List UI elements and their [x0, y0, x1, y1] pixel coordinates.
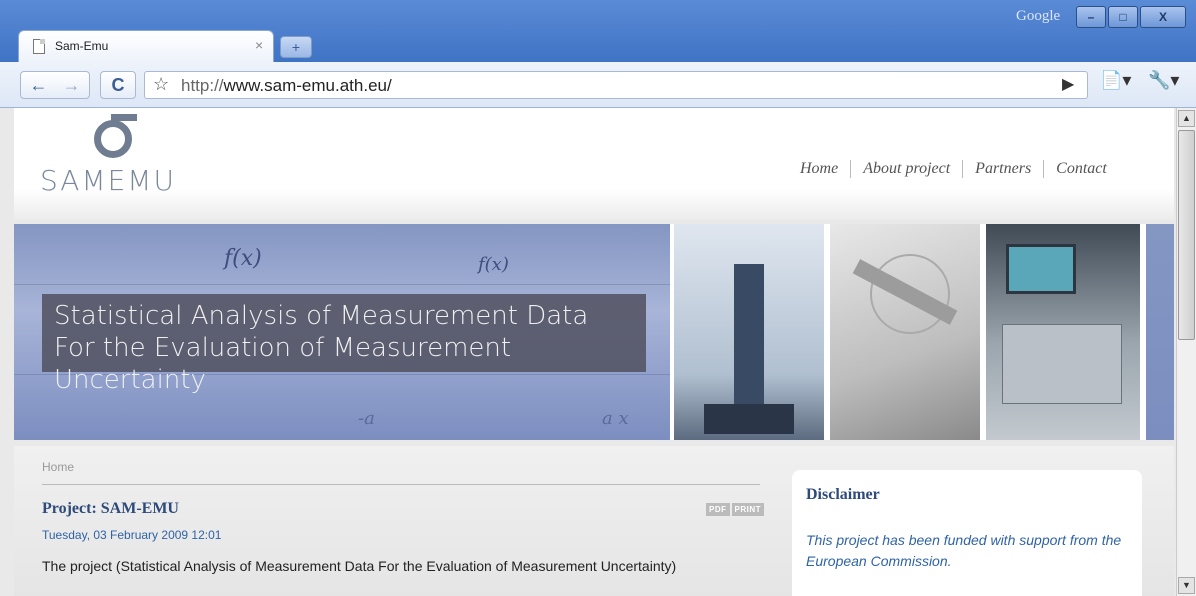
vertical-scrollbar[interactable]: ▲ ▼ [1176, 108, 1196, 596]
page-viewport: SAMEMU Home About project Partners Conta… [0, 108, 1176, 596]
maximize-button[interactable]: □ [1108, 6, 1138, 28]
nav-contact[interactable]: Contact [1043, 160, 1119, 178]
browser-tab[interactable]: Sam-Emu × [18, 30, 274, 62]
disclaimer-box: Disclaimer This project has been funded … [792, 470, 1142, 596]
address-bar[interactable]: ☆ http://www.sam-emu.ath.eu/ [144, 71, 1088, 99]
metal-block-shape [1002, 324, 1122, 404]
nav-about-project[interactable]: About project [850, 160, 962, 178]
sigma-logo-icon [94, 114, 137, 158]
tab-close-icon[interactable]: × [255, 37, 263, 53]
back-forward-buttons[interactable]: ← → [20, 71, 90, 99]
close-window-button[interactable]: X [1140, 6, 1186, 28]
url-host: www.sam-emu.ath.eu/ [223, 76, 392, 95]
article-date: Tuesday, 03 February 2009 12:01 [42, 528, 222, 542]
article-tools: PDF PRINT [704, 503, 764, 516]
scroll-thumb[interactable] [1178, 130, 1195, 340]
nav-partners[interactable]: Partners [962, 160, 1043, 178]
reload-icon[interactable]: C [100, 71, 136, 99]
url-text[interactable]: http://www.sam-emu.ath.eu/ [181, 76, 392, 96]
banner-formula: f(x) [224, 246, 262, 271]
forward-arrow-icon[interactable]: → [63, 75, 81, 95]
go-arrow-icon[interactable]: ▶ [1062, 74, 1074, 94]
site-header: SAMEMU Home About project Partners Conta… [14, 108, 1174, 220]
new-tab-button[interactable]: + [280, 36, 312, 58]
article-title[interactable]: Project: SAM-EMU [42, 500, 179, 518]
page-icon [33, 39, 45, 54]
measuring-device-photo [986, 224, 1140, 440]
url-protocol: http:// [181, 76, 224, 95]
breadcrumb[interactable]: Home [42, 460, 74, 474]
window-controls: – □ X [1076, 6, 1186, 30]
back-arrow-icon[interactable]: ← [29, 75, 47, 95]
device-screen-shape [1006, 244, 1076, 294]
disclaimer-title: Disclaimer [806, 486, 880, 503]
cmm-base-shape [704, 404, 794, 434]
banner-line-2: For the Evaluation of Measurement Uncert… [54, 333, 512, 395]
caliper-photo [830, 224, 980, 440]
browser-brand: Google [1016, 8, 1061, 24]
banner-math-background: f(x) f(x) -a a x Statistical Analysis of… [14, 224, 670, 440]
top-navigation: Home About project Partners Contact [800, 160, 1119, 178]
browser-titlebar: Google – □ X Sam-Emu × + [0, 0, 1196, 62]
scroll-down-icon[interactable]: ▼ [1178, 577, 1195, 594]
nav-home[interactable]: Home [800, 160, 850, 178]
scroll-up-icon[interactable]: ▲ [1178, 110, 1195, 127]
disclaimer-text: This project has been funded with suppor… [806, 532, 1122, 569]
pdf-button[interactable]: PDF [706, 503, 730, 516]
minimize-button[interactable]: – [1076, 6, 1106, 28]
article-body: The project (Statistical Analysis of Mea… [42, 558, 677, 574]
banner-formula: a x [602, 408, 629, 429]
star-icon[interactable]: ☆ [153, 74, 169, 95]
cmm-machine-photo [674, 224, 824, 440]
breadcrumb-divider [42, 484, 760, 485]
cmm-probe-shape [734, 264, 764, 404]
tab-title: Sam-Emu [55, 39, 109, 53]
page-menu-icon[interactable]: 📄▾ [1100, 70, 1131, 91]
banner-edge [1146, 224, 1174, 440]
banner-caption: Statistical Analysis of Measurement Data… [42, 294, 646, 395]
banner-line-1: Statistical Analysis of Measurement Data [54, 301, 589, 331]
banner-grid-line [14, 284, 670, 285]
wrench-icon[interactable]: 🔧▾ [1148, 70, 1179, 91]
banner-formula: f(x) [478, 254, 509, 275]
content-area: Home Project: SAM-EMU PDF PRINT Tuesday,… [14, 446, 1174, 596]
hero-banner: f(x) f(x) -a a x Statistical Analysis of… [14, 224, 1174, 440]
print-button[interactable]: PRINT [731, 503, 764, 516]
site-logo[interactable]: SAMEMU [40, 164, 176, 197]
browser-toolbar: ← → C ☆ http://www.sam-emu.ath.eu/ [0, 62, 1196, 108]
banner-formula: -a [358, 408, 375, 429]
